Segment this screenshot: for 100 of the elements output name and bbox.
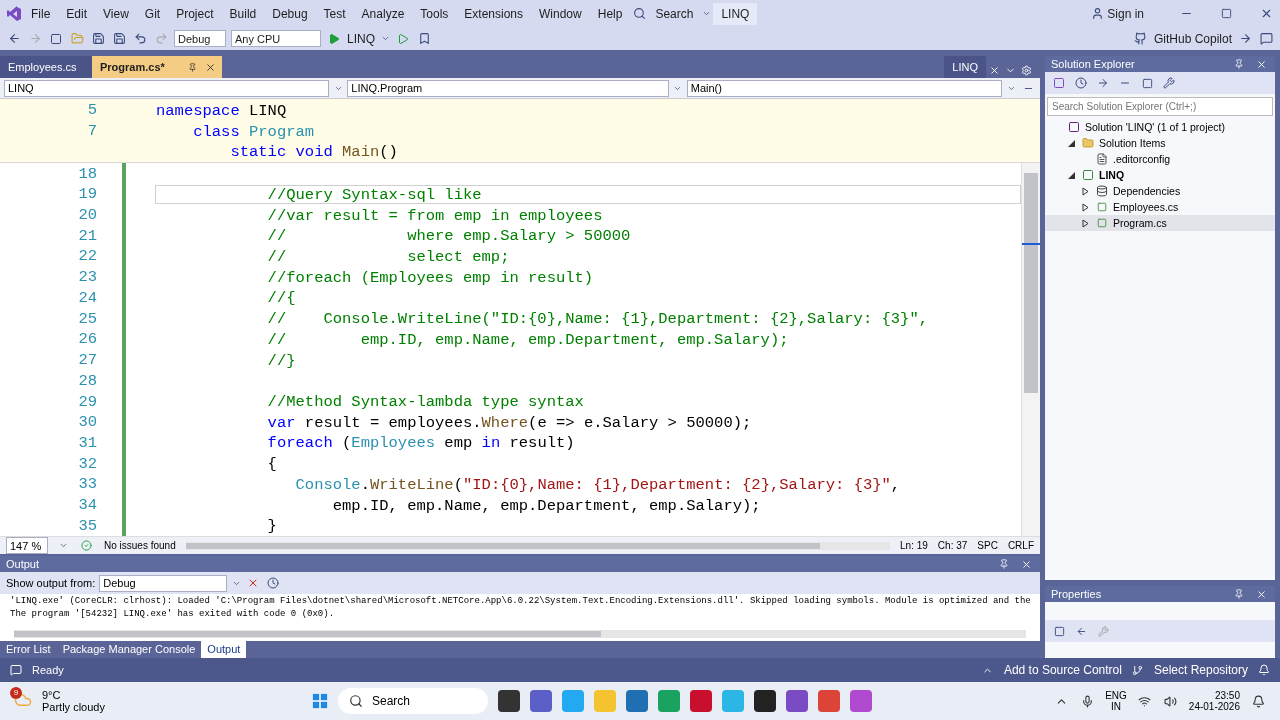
sticky-code-line: namespace LINQ — [155, 100, 288, 120]
code-line: //} — [266, 350, 297, 370]
member-dropdown[interactable]: Main() — [686, 79, 1003, 97]
line-number: 34 — [77, 496, 97, 515]
type-dropdown[interactable]: LINQ.Program — [347, 79, 669, 97]
tree-item[interactable]: Solution Items — [1045, 135, 1275, 151]
menu-item[interactable]: Git — [137, 3, 168, 24]
platform-dropdown[interactable]: Any CPU — [231, 30, 321, 47]
tree-item[interactable]: Employees.cs — [1045, 199, 1275, 215]
menu-item[interactable]: Build — [222, 3, 264, 24]
taskbar-app-icon[interactable] — [786, 690, 808, 712]
search-icon[interactable] — [631, 5, 648, 22]
add-to-source-control-button[interactable]: Add to Source Control — [1003, 663, 1122, 677]
line-number: 21 — [77, 226, 97, 245]
taskbar-app-icon[interactable] — [754, 690, 776, 712]
menu-item[interactable]: Project — [169, 3, 221, 24]
code-line: } — [266, 516, 278, 536]
select-repository-button[interactable]: Select Repository — [1153, 663, 1248, 677]
taskbar-search[interactable]: Search — [338, 688, 488, 714]
code-line: foreach (Employees emp in result) — [266, 433, 576, 453]
code-line: { — [266, 454, 278, 474]
search-icon[interactable] — [348, 693, 364, 709]
tree-item[interactable]: Dependencies — [1045, 183, 1275, 199]
panel-title: Solution Explorer — [1051, 58, 1135, 70]
line-number: 20 — [77, 206, 97, 225]
collapsed-arrow-icon[interactable] — [1079, 185, 1091, 197]
code-line: //foreach (Employees emp in result) — [266, 267, 595, 287]
project-icon — [1080, 167, 1096, 183]
zoom-dropdown[interactable]: 147 % — [6, 537, 48, 555]
github-copilot-button[interactable]: GitHub Copilot — [1153, 31, 1232, 46]
save-icon[interactable] — [90, 30, 106, 47]
search-button[interactable]: Search — [649, 3, 700, 24]
line-number: 7 — [86, 122, 97, 141]
menu-item[interactable]: File — [24, 3, 58, 24]
line-indicator: Ln: 19 — [900, 540, 928, 552]
message-icon — [8, 662, 24, 678]
line-number: 31 — [77, 433, 97, 452]
visual-studio-logo — [6, 5, 22, 22]
line-ending-indicator: CRLF — [1007, 540, 1034, 552]
panel-tab[interactable]: Package Manager Console — [56, 641, 202, 658]
menu-item[interactable]: Edit — [59, 3, 95, 24]
panel-tab[interactable]: Output — [201, 641, 247, 658]
menu-item[interactable]: Analyze — [354, 3, 412, 24]
notification-icon[interactable] — [1250, 693, 1266, 709]
issues-indicator[interactable]: No issues found — [104, 540, 176, 552]
menu-item[interactable]: Test — [316, 3, 353, 24]
editor-tab[interactable]: Employees.cs — [0, 56, 92, 78]
clock-icon[interactable] — [265, 575, 282, 592]
menu-item[interactable]: Window — [532, 3, 589, 24]
code-line: emp.ID, emp.Name, emp.Department, emp.Salary); — [331, 495, 762, 515]
line-number: 29 — [77, 392, 97, 411]
code-line: // Console.WriteLine("ID:{0},Name: {1},Department: {2},Salary: {3}", — [266, 309, 930, 329]
project-tab[interactable]: LINQ — [944, 56, 986, 78]
project-dropdown[interactable]: LINQ — [4, 79, 330, 97]
properties-icon[interactable] — [1161, 75, 1177, 91]
line-number: 26 — [77, 330, 97, 349]
tree-item[interactable]: Program.cs — [1045, 215, 1275, 231]
code-line: //var result = from emp in employees — [266, 205, 604, 225]
run-button[interactable]: LINQ — [347, 31, 375, 46]
taskbar-app-icon[interactable] — [498, 690, 520, 712]
output-source-dropdown[interactable]: Debug — [99, 574, 228, 592]
menu-item[interactable]: Debug — [265, 3, 315, 24]
tree-item[interactable]: Solution 'LINQ' (1 of 1 project) — [1045, 119, 1275, 135]
code-line: Console.WriteLine("ID:{0},Name: {1},Department: {2},Salary: {3}", — [294, 474, 902, 494]
line-number: 35 — [77, 516, 97, 535]
line-number: 23 — [77, 268, 97, 287]
code-line: //{ — [266, 288, 297, 308]
weather-badge: 9 — [10, 686, 22, 699]
start-icon[interactable] — [312, 693, 328, 709]
output-line: The program '[54232] LINQ.exe' has exited with code 0 (0x0). — [10, 609, 336, 620]
code-line: // where emp.Salary > 50000 — [266, 226, 632, 246]
horizontal-scrollbar[interactable] — [185, 541, 891, 550]
horizontal-scrollbar[interactable] — [14, 630, 1026, 638]
line-number: 5 — [86, 101, 97, 120]
check-icon[interactable] — [78, 537, 94, 554]
vertical-scrollbar[interactable] — [1021, 163, 1040, 537]
menu-item[interactable]: View — [96, 3, 136, 24]
menu-item[interactable]: Tools — [413, 3, 456, 24]
save-all-icon[interactable] — [111, 30, 127, 47]
tree-item[interactable]: LINQ — [1045, 167, 1275, 183]
column-indicator: Ch: 37 — [937, 540, 968, 552]
menu-item[interactable]: Extensions — [457, 3, 531, 24]
feedback-icon[interactable] — [1258, 30, 1274, 47]
menu-item[interactable]: Help — [590, 3, 630, 24]
editor-tab[interactable]: Program.cs* — [92, 56, 184, 78]
collapsed-arrow-icon[interactable] — [1079, 217, 1091, 229]
sticky-code-line: class Program — [192, 121, 316, 141]
configuration-dropdown[interactable]: Debug — [174, 30, 226, 47]
language-indicator: ENG — [1105, 690, 1127, 701]
panel-tab[interactable]: Error List — [0, 641, 57, 658]
sign-in-button[interactable]: Sign in — [1107, 6, 1144, 21]
taskbar-app-icon[interactable] — [530, 690, 552, 712]
dependencies-icon — [1094, 183, 1110, 199]
history-icon[interactable] — [1073, 75, 1089, 91]
line-number: 19 — [77, 185, 97, 204]
notification-icon[interactable] — [1256, 662, 1272, 678]
tree-item[interactable]: .editorconfig — [1045, 151, 1275, 167]
search-field[interactable]: Search Solution Explorer (Ctrl+;) — [1047, 97, 1273, 116]
line-number: 27 — [77, 351, 97, 370]
collapsed-arrow-icon[interactable] — [1079, 201, 1091, 213]
